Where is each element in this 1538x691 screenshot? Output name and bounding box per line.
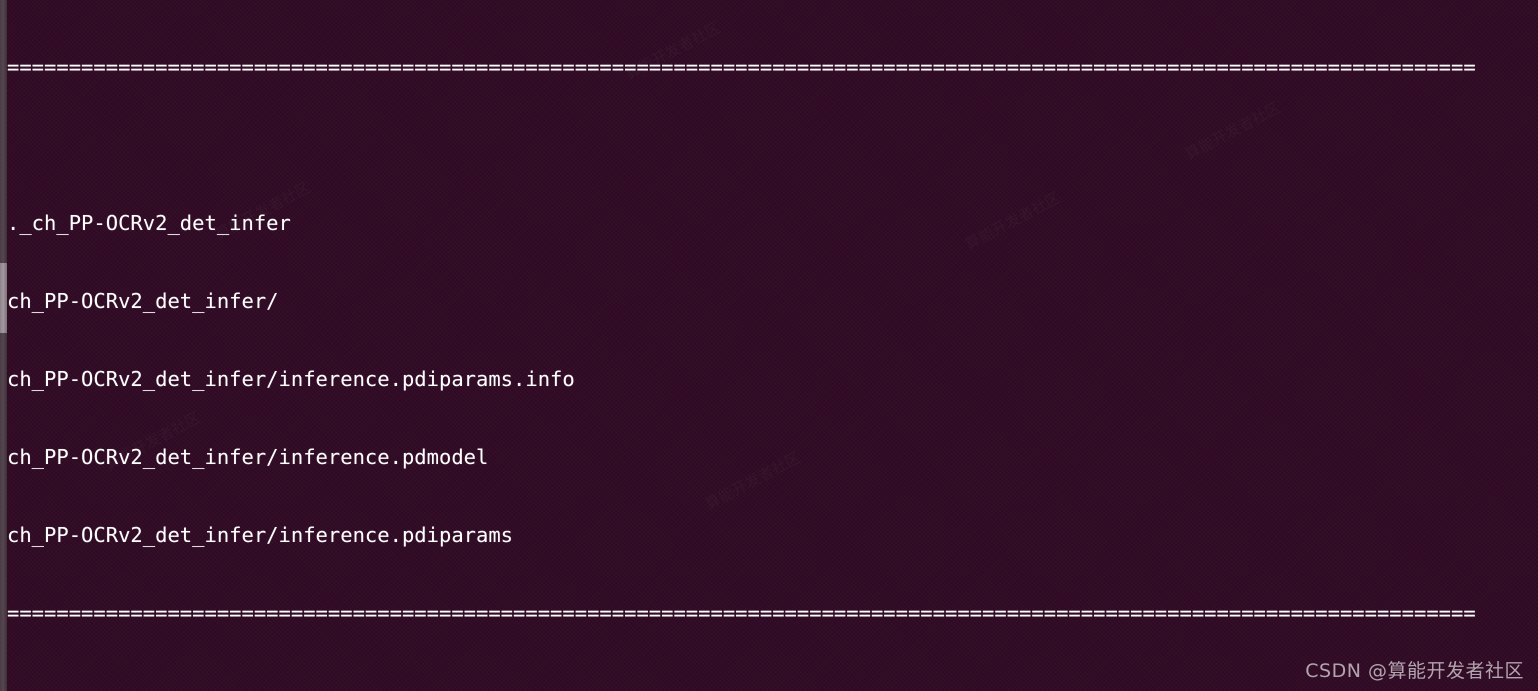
vertical-scrollbar-track[interactable] [0,0,7,691]
csdn-watermark: CSDN @算能开发者社区 [1305,660,1524,682]
separator-rule-top: ========================================… [7,55,1476,79]
terminal-window[interactable]: 算能开发者社区 算能开发者社区 算能开发者社区 算能开发者社区 算能开发者社区 … [0,0,1538,691]
extracted-file-line: ch_PP-OCRv2_det_infer/ [7,289,279,313]
extracted-file-line: ._ch_PP-OCRv2_det_infer [7,211,291,235]
extracted-file-line: ch_PP-OCRv2_det_infer/inference.pdiparam… [7,367,575,391]
vertical-scrollbar-thumb[interactable] [0,263,7,333]
terminal-output[interactable]: ========================================… [7,0,1538,691]
extracted-file-line: ch_PP-OCRv2_det_infer/inference.pdiparam… [7,523,514,547]
extracted-file-line: ch_PP-OCRv2_det_infer/inference.pdmodel [7,445,489,469]
separator-rule-bottom: ========================================… [7,601,1476,625]
